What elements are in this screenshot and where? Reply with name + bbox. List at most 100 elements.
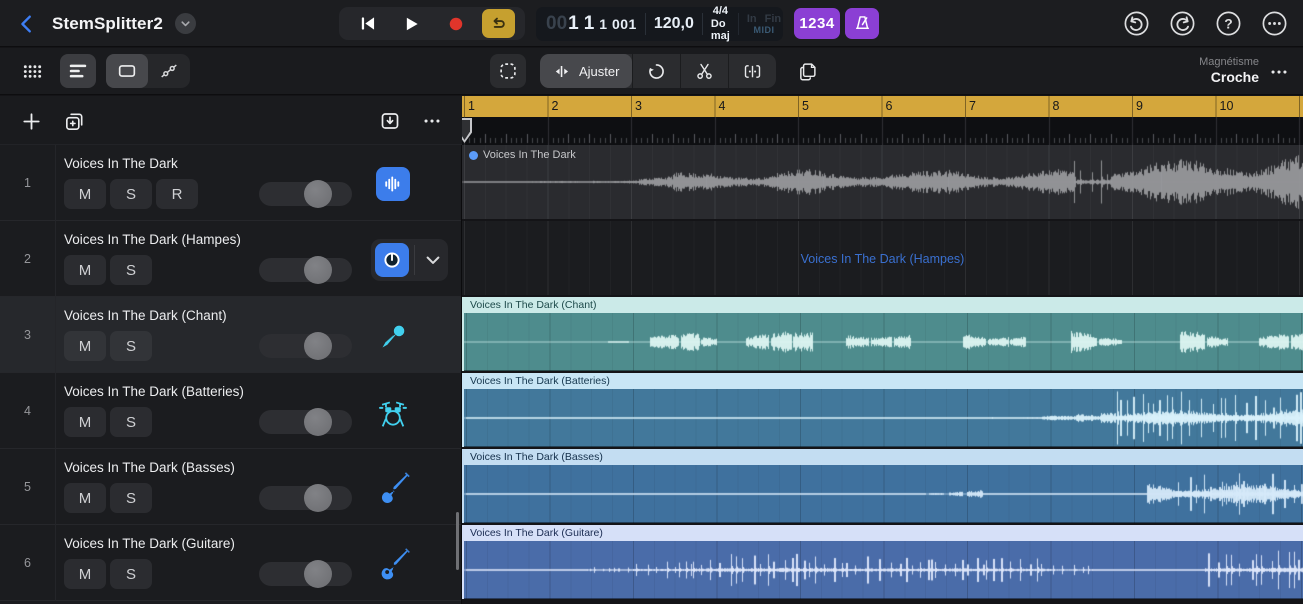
record-enable-button[interactable]: R [156,179,198,209]
toolbar-more-button[interactable] [1265,58,1293,86]
play-button[interactable] [393,9,429,38]
mute-button[interactable]: M [64,179,106,209]
metronome-button[interactable] [845,8,879,39]
position-bar: 1 [568,13,579,35]
track-name[interactable]: Voices In The Dark (Guitare) [64,536,235,551]
snap-setting[interactable]: Magnétisme Croche [1199,54,1259,88]
track-list: 1 Voices In The Dark MSR 2 Voices In The… [0,145,462,604]
region-header: Voices In The Dark (Batteries) [464,373,1303,389]
collapse-stems-button[interactable] [417,239,448,281]
project-header: StemSplitter2 [14,0,196,47]
volume-slider-knob[interactable] [304,256,332,284]
more-options-button[interactable] [1259,9,1289,39]
fade-tool-button[interactable] [729,54,776,88]
bar-number: 10 [1220,99,1234,113]
mute-button[interactable]: M [64,331,106,361]
regions-mode-button[interactable] [106,54,148,88]
snap-label: Magnétisme [1199,56,1259,69]
undo-button[interactable] [1121,9,1151,39]
bar-number: 5 [802,99,809,113]
solo-button[interactable]: S [110,255,152,285]
track-row[interactable]: 6 Voices In The Dark (Guitare) MS [0,525,461,601]
solo-button[interactable]: S [110,179,152,209]
bar-ruler[interactable] [462,117,1303,145]
solo-button[interactable]: S [110,331,152,361]
split-tool-button[interactable] [681,54,728,88]
lcd-display[interactable]: 00111 001 120,0 4/4 Do maj In Fin MIDI [536,7,783,41]
redo-button[interactable] [1167,9,1197,39]
track-number: 6 [0,525,56,601]
instrument-control-group [371,239,448,281]
volume-slider-knob[interactable] [304,180,332,208]
punch-in-label: In [747,13,757,26]
tracklist-header [0,96,462,145]
audio-region[interactable]: Voices In The Dark [462,145,1303,219]
empty-lane-hint: Voices In The Dark (Hampes) [462,252,1303,266]
arrange-area: 1234567891011 Voices In The Dark Voices … [462,96,1303,604]
track-name[interactable]: Voices In The Dark (Basses) [64,460,235,475]
position-leading-zeros: 00 [546,13,567,35]
volume-slider-knob[interactable] [304,332,332,360]
volume-slider[interactable] [259,334,352,358]
mute-button[interactable]: M [64,407,106,437]
stem-region[interactable]: Voices In The Dark (Chant) [462,297,1303,371]
tracklist-more-button[interactable] [416,105,448,137]
track-row[interactable]: 3 Voices In The Dark (Chant) MS [0,297,461,373]
import-button[interactable] [374,105,406,137]
track-row[interactable]: 4 Voices In The Dark (Batteries) MS [0,373,461,449]
mute-button[interactable]: M [64,559,106,589]
track-row[interactable]: 1 Voices In The Dark MSR [0,145,461,221]
track-name[interactable]: Voices In The Dark (Batteries) [64,384,244,399]
tracklist-scrollbar[interactable] [456,512,459,570]
trim-tool-button[interactable]: Ajuster [540,54,632,88]
stem-region[interactable]: Voices In The Dark (Guitare) [462,525,1303,599]
cycle-range-ruler[interactable]: 1234567891011 [462,96,1303,117]
back-button[interactable] [14,7,40,41]
volume-slider-knob[interactable] [304,560,332,588]
marquee-tool-button[interactable] [490,54,526,88]
record-button[interactable] [438,9,474,38]
project-menu-button[interactable] [175,13,196,34]
mute-button[interactable]: M [64,255,106,285]
duplicate-plus-icon [63,110,86,133]
grid-view-button[interactable] [14,54,50,88]
track-instrument-slot [373,469,413,509]
copy-button[interactable] [790,54,826,88]
instrument-button[interactable] [375,243,409,277]
track-name[interactable]: Voices In The Dark (Hampes) [64,232,241,247]
track-name[interactable]: Voices In The Dark [64,156,178,171]
track-name[interactable]: Voices In The Dark (Chant) [64,308,227,323]
bass-icon [376,472,410,506]
stem-region[interactable]: Voices In The Dark (Basses) [462,449,1303,523]
solo-button[interactable]: S [110,407,152,437]
tracks-view-button[interactable] [60,54,96,88]
volume-slider[interactable] [259,562,352,586]
help-button[interactable]: ? [1213,9,1243,39]
track-lane: Voices In The Dark (Hampes) [462,221,1303,295]
audio-track-type-button[interactable] [376,167,410,201]
volume-slider[interactable] [259,486,352,510]
solo-button[interactable]: S [110,559,152,589]
plus-icon [20,110,43,133]
add-track-button[interactable] [15,105,47,137]
empty-track-lane[interactable]: Voices In The Dark (Hampes) [462,221,1303,295]
track-row[interactable]: 5 Voices In The Dark (Basses) MS [0,449,461,525]
volume-slider[interactable] [259,410,352,434]
volume-slider-knob[interactable] [304,408,332,436]
track-row[interactable]: 2 Voices In The Dark (Hampes) MS [0,221,461,297]
volume-slider[interactable] [259,182,352,206]
copy-icon [797,60,819,82]
automation-mode-button[interactable] [148,54,190,88]
bar-number: 2 [552,99,559,113]
trim-tool-label: Ajuster [579,64,619,79]
rewind-button[interactable] [349,9,385,38]
loop-tool-button[interactable] [633,54,680,88]
volume-slider-knob[interactable] [304,484,332,512]
volume-slider[interactable] [259,258,352,282]
count-in-button[interactable]: 1234 [794,8,840,39]
solo-button[interactable]: S [110,483,152,513]
mute-button[interactable]: M [64,483,106,513]
cycle-button[interactable] [482,9,515,38]
stem-region[interactable]: Voices In The Dark (Batteries) [462,373,1303,447]
duplicate-track-button[interactable] [58,105,90,137]
